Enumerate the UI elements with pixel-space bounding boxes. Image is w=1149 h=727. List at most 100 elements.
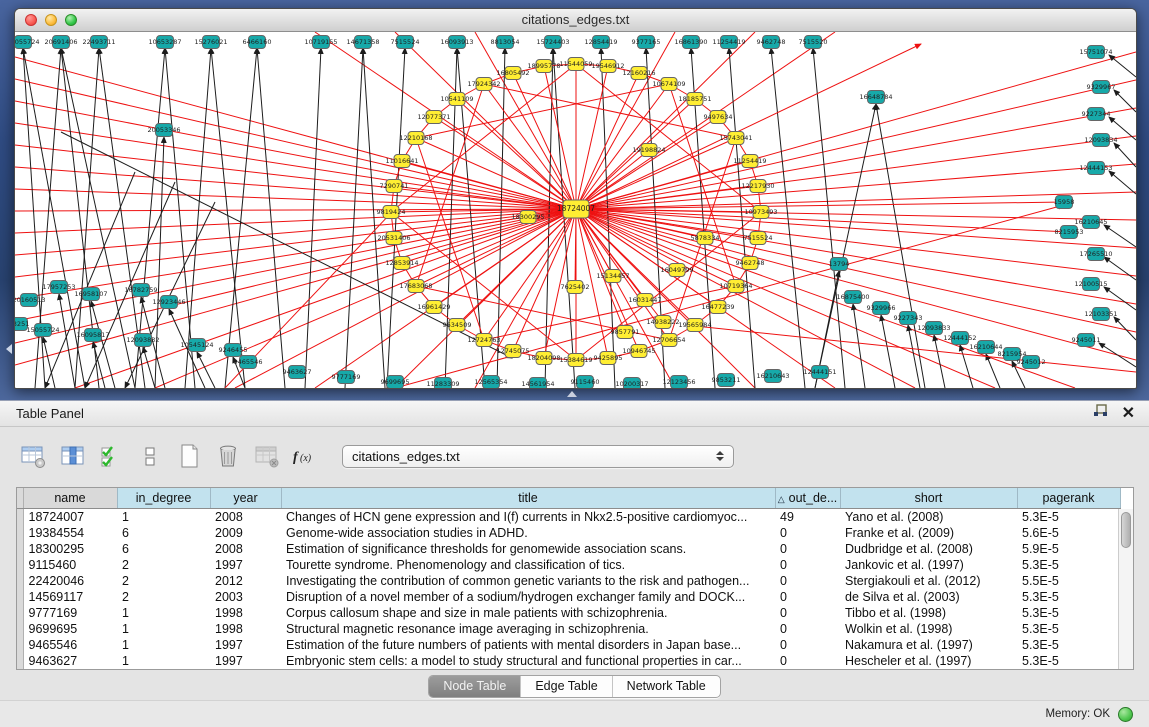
table-cell[interactable]: 6 — [117, 541, 210, 557]
table-cell[interactable]: Yano et al. (2008) — [840, 509, 1017, 526]
table-cell[interactable]: 5.6E-5 — [1017, 525, 1120, 541]
table-cell[interactable]: Corpus callosum shape and size in male p… — [281, 605, 775, 621]
graph-node[interactable]: 12093834 — [1084, 134, 1117, 147]
table-cell[interactable]: 5.9E-5 — [1017, 541, 1120, 557]
graph-node[interactable]: 7625402 — [561, 281, 590, 294]
table-row[interactable]: 946554611997Estimation of the future num… — [17, 637, 1120, 653]
graph-node[interactable]: 15276021 — [194, 36, 227, 49]
table-cell[interactable]: 1 — [117, 637, 210, 653]
table-cell[interactable]: Investigating the contribution of common… — [281, 573, 775, 589]
graph-node[interactable]: 16049799 — [660, 264, 693, 277]
graph-node[interactable]: 9853211 — [712, 374, 741, 387]
column-header-pagerank[interactable]: pagerank — [1017, 488, 1120, 509]
table-cell[interactable]: Tourette syndrome. Phenomenology and cla… — [281, 557, 775, 573]
graph-node[interactable]: 7290741 — [380, 180, 409, 193]
table-row[interactable]: 969969511998Structural magnetic resonanc… — [17, 621, 1120, 637]
float-panel-icon[interactable] — [1093, 404, 1108, 423]
graph-node[interactable]: 12103351 — [1084, 308, 1117, 321]
graph-node[interactable]: 16210643 — [756, 370, 789, 383]
graph-node[interactable]: 15384619 — [559, 354, 592, 367]
table-selector[interactable]: citations_edges.txt — [342, 445, 734, 468]
graph-node[interactable]: 15724403 — [536, 36, 569, 49]
graph-node[interactable]: 15751074 — [1079, 46, 1112, 59]
graph-node[interactable]: 10200317 — [615, 378, 648, 389]
table-cell[interactable]: Changes of HCN gene expression and I(f) … — [281, 509, 775, 526]
graph-node[interactable]: 9329967 — [1087, 81, 1116, 94]
table-cell[interactable]: 1 — [117, 605, 210, 621]
delete-table-disabled-icon[interactable] — [252, 441, 282, 471]
table-cell[interactable]: 18724007 — [23, 509, 117, 526]
graph-node[interactable]: 17957253 — [42, 281, 75, 294]
close-panel-icon[interactable]: ✕ — [1122, 401, 1135, 426]
window-zoom-button[interactable] — [65, 14, 77, 26]
table-cell[interactable]: 14569117 — [23, 589, 117, 605]
graph-node[interactable]: 15055724 — [26, 324, 59, 337]
column-header-short[interactable]: short — [840, 488, 1017, 509]
show-column-icon[interactable] — [57, 441, 87, 471]
table-cell[interactable]: 5.5E-5 — [1017, 573, 1120, 589]
graph-node[interactable]: 17683068 — [399, 280, 432, 293]
tab-network-table[interactable]: Network Table — [613, 676, 720, 697]
table-cell[interactable]: 9777169 — [23, 605, 117, 621]
table-cell[interactable]: 9115460 — [23, 557, 117, 573]
table-cell[interactable]: 5.3E-5 — [1017, 605, 1120, 621]
table-cell[interactable]: Franke et al. (2009) — [840, 525, 1017, 541]
table-cell[interactable]: 2003 — [210, 589, 281, 605]
table-cell[interactable]: 1997 — [210, 557, 281, 573]
graph-node[interactable]: 9777169 — [332, 371, 361, 384]
graph-node[interactable]: 8813054 — [491, 36, 520, 49]
table-cell[interactable]: 2 — [117, 589, 210, 605]
column-header-year[interactable]: year — [210, 488, 281, 509]
window-minimize-button[interactable] — [45, 14, 57, 26]
table-cell[interactable]: 2012 — [210, 573, 281, 589]
table-cell[interactable]: Jankovic et al. (1997) — [840, 557, 1017, 573]
table-cell[interactable]: 19384554 — [23, 525, 117, 541]
table-cell[interactable]: 5.3E-5 — [1017, 621, 1120, 637]
table-cell[interactable]: Nakamura et al. (1997) — [840, 637, 1017, 653]
table-cell[interactable]: Tibbo et al. (1998) — [840, 605, 1017, 621]
new-document-icon[interactable] — [174, 441, 204, 471]
graph-node[interactable]: 9462748 — [757, 36, 786, 49]
graph-node[interactable]: 16477239 — [701, 301, 734, 314]
splitter-collapse-icon[interactable] — [1, 344, 12, 354]
graph-node[interactable]: 16961429 — [417, 301, 450, 314]
window-close-button[interactable] — [25, 14, 37, 26]
graph-node[interactable]: 9425895 — [594, 352, 623, 365]
graph-node[interactable]: 10545124 — [180, 339, 213, 352]
graph-node[interactable]: 12100515 — [1074, 278, 1107, 291]
column-header-out_de[interactable]: △out_de... — [775, 488, 840, 509]
table-row[interactable]: 1938455462009Genome-wide association stu… — [17, 525, 1120, 541]
graph-node[interactable]: 7515524 — [744, 232, 773, 245]
table-cell[interactable]: 9463627 — [23, 653, 117, 669]
graph-node[interactable]: 9245012 — [1017, 356, 1046, 369]
table-cell[interactable]: 5.3E-5 — [1017, 653, 1120, 669]
graph-node[interactable]: 9245011 — [1072, 334, 1101, 347]
network-window-titlebar[interactable]: citations_edges.txt — [15, 9, 1136, 32]
graph-node[interactable]: 17265510 — [1079, 248, 1112, 261]
table-cell[interactable]: 9465546 — [23, 637, 117, 653]
delete-trash-icon[interactable] — [213, 441, 243, 471]
table-row[interactable]: 1456911722003Disruption of a novel membe… — [17, 589, 1120, 605]
table-mode-icon[interactable] — [18, 441, 48, 471]
graph-node[interactable]: 14055724 — [15, 36, 40, 49]
table-cell[interactable]: 0 — [775, 541, 840, 557]
column-header-in_degree[interactable]: in_degree — [117, 488, 210, 509]
function-builder-icon[interactable]: f (x) — [291, 441, 321, 471]
graph-node[interactable]: 19546912 — [591, 60, 624, 73]
graph-node[interactable]: 14938222 — [646, 316, 679, 329]
graph-node[interactable]: 10973493 — [744, 206, 777, 219]
graph-node[interactable]: 15134457 — [596, 270, 629, 283]
graph-node[interactable]: 8215953 — [1055, 226, 1084, 239]
table-cell[interactable]: 1998 — [210, 605, 281, 621]
graph-node[interactable]: 12923446 — [152, 296, 185, 309]
graph-node[interactable]: 12210168 — [399, 132, 432, 145]
table-row[interactable]: 977716911998Corpus callosum shape and si… — [17, 605, 1120, 621]
table-cell[interactable]: 5.3E-5 — [1017, 557, 1120, 573]
table-cell[interactable]: 0 — [775, 525, 840, 541]
graph-node[interactable]: 16782759 — [124, 284, 157, 297]
rows-icon[interactable] — [135, 441, 165, 471]
graph-node[interactable]: 15958 — [1054, 196, 1075, 209]
graph-node[interactable]: 16031447 — [628, 294, 661, 307]
table-cell[interactable]: 0 — [775, 573, 840, 589]
graph-node[interactable]: 6466160 — [243, 36, 272, 49]
